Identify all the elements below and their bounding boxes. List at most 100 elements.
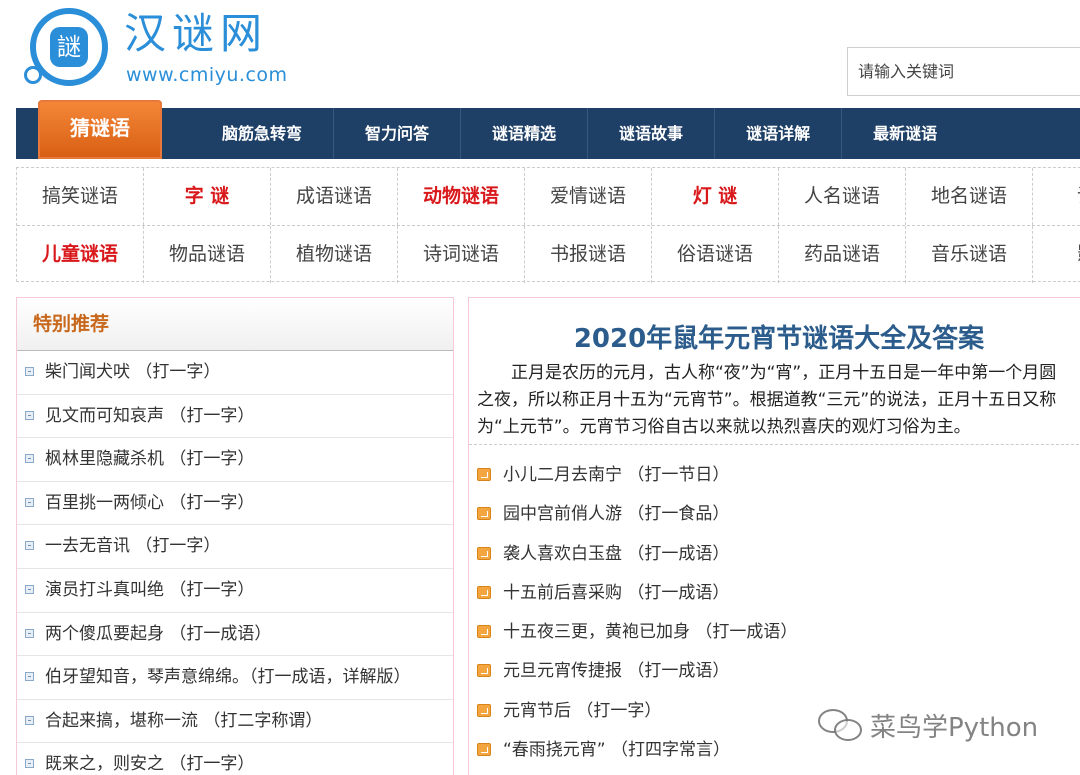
featured-item-label: 既来之，则安之 （打一字） — [45, 754, 255, 775]
riddle-list: 小儿二月去南宁 （打一节日） 园中宫前俏人游 （打一食品） 袭人喜欢白玉盘 （打一成… — [477, 456, 797, 770]
article-intro: 正月是农历的元月，古人称“夜”为“宵”，正月十五日是一年中第一个月圆之夜，所以称… — [477, 363, 1057, 437]
riddle-label: 元旦元宵传捷报 （打一成语） — [503, 661, 730, 682]
featured-item[interactable]: 演员打斗真叫绝 （打一字） — [17, 569, 453, 613]
category-link[interactable]: 动物谜语 — [398, 168, 525, 225]
category-link[interactable]: 药品谜语 — [779, 226, 906, 283]
featured-item[interactable]: 两个傻瓜要起身 （打一成语） — [17, 613, 453, 657]
watermark-text: 菜鸟学Python — [870, 712, 1039, 743]
featured-item[interactable]: 合起来搞，堪称一流 （打二字称谓） — [17, 700, 453, 744]
site-logo[interactable]: 謎 汉谜网 www.cmiyu.com — [22, 2, 322, 94]
bullet-icon — [25, 759, 34, 769]
category-grid: 搞笑谜语字 谜成语谜语动物谜语爱情谜语灯 谜人名谜语地名谜语词语 儿童谜语物品谜… — [16, 167, 1080, 283]
category-link[interactable]: 人名谜语 — [779, 168, 906, 225]
featured-panel: 特别推荐 柴门闻犬吠 （打一字） 见文而可知哀声 （打一字） 枫林里隐藏杀机 （打一… — [16, 297, 454, 775]
search-input[interactable] — [848, 48, 1080, 95]
featured-item[interactable]: 既来之，则安之 （打一字） — [17, 743, 453, 775]
lantern-icon — [477, 468, 491, 481]
riddle-item[interactable]: “春雨挠元宵” （打四字常言） — [477, 731, 797, 770]
nav-item[interactable]: 谜语详解 — [714, 108, 841, 159]
featured-item[interactable]: 百里挑一两倾心 （打一字） — [17, 482, 453, 526]
category-link[interactable]: 儿童谜语 — [17, 226, 144, 283]
category-link[interactable]: 爱情谜语 — [525, 168, 652, 225]
nav-item[interactable]: 谜语故事 — [587, 108, 714, 159]
featured-title: 特别推荐 — [17, 298, 453, 351]
site-name: 汉谜网 — [124, 9, 269, 58]
main-nav: 猜谜语 脑筋急转弯 智力问答 谜语精选 谜语故事 谜语详解 最新谜语 — [16, 100, 1080, 159]
category-link[interactable]: 地名谜语 — [906, 168, 1033, 225]
featured-item-label: 两个傻瓜要起身 （打一成语） — [45, 623, 272, 644]
riddle-item[interactable]: 园中宫前俏人游 （打一食品） — [477, 495, 797, 534]
bullet-icon — [25, 541, 34, 551]
header: 謎 汉谜网 www.cmiyu.com — [0, 0, 1080, 100]
category-link[interactable]: 灯 谜 — [652, 168, 779, 225]
bullet-icon — [25, 367, 34, 376]
category-link[interactable]: 音乐谜语 — [906, 226, 1033, 283]
bullet-icon — [25, 628, 34, 638]
bullet-icon — [25, 672, 34, 682]
category-link[interactable]: 影视 — [1033, 226, 1080, 283]
bullet-icon — [25, 410, 34, 420]
category-link[interactable]: 书报谜语 — [525, 226, 652, 283]
lantern-icon — [477, 585, 491, 599]
nav-item[interactable]: 谜语精选 — [460, 108, 587, 159]
category-link[interactable]: 物品谜语 — [144, 226, 271, 283]
featured-item-label: 一去无音讯 （打一字） — [45, 536, 221, 557]
featured-item[interactable]: 见文而可知哀声 （打一字） — [17, 395, 453, 439]
lantern-icon — [477, 743, 491, 757]
featured-item-label: 百里挑一两倾心 （打一字） — [45, 492, 255, 513]
bullet-icon — [25, 715, 34, 725]
featured-item-label: 演员打斗真叫绝 （打一字） — [45, 579, 255, 600]
category-row: 搞笑谜语字 谜成语谜语动物谜语爱情谜语灯 谜人名谜语地名谜语词语 — [17, 168, 1080, 225]
lantern-icon — [477, 664, 491, 678]
riddle-item[interactable]: 元旦元宵传捷报 （打一成语） — [477, 652, 797, 691]
bullet-icon — [25, 584, 34, 594]
featured-item[interactable]: 柴门闻犬吠 （打一字） — [17, 351, 453, 395]
riddle-label: 十五前后喜采购 （打一成语） — [503, 582, 730, 603]
article-title[interactable]: 2020年鼠年元宵节谜语大全及答案 — [469, 318, 1080, 355]
lantern-icon — [477, 546, 491, 560]
riddle-label: 十五夜三更，黄袍已加身 （打一成语） — [503, 622, 798, 643]
nav-item[interactable]: 最新谜语 — [841, 108, 968, 159]
riddle-item[interactable]: 小儿二月去南宁 （打一节日） — [477, 456, 797, 495]
site-url: www.cmiyu.com — [126, 64, 288, 86]
divider — [469, 444, 1080, 445]
riddle-item[interactable]: 十五前后喜采购 （打一成语） — [477, 574, 797, 613]
nav-item-active[interactable]: 猜谜语 — [38, 100, 162, 159]
featured-list: 柴门闻犬吠 （打一字） 见文而可知哀声 （打一字） 枫林里隐藏杀机 （打一字） 百里挑… — [17, 351, 453, 775]
bullet-icon — [25, 497, 34, 507]
watermark: 菜鸟学Python — [818, 703, 1038, 747]
featured-item-label: 伯牙望知音，琴声意绵绵。（打一成语，详解版） — [45, 667, 411, 688]
lantern-icon — [477, 625, 491, 639]
featured-item-label: 枫林里隐藏杀机 （打一字） — [45, 449, 255, 470]
category-link[interactable]: 词语 — [1033, 168, 1080, 225]
featured-item[interactable]: 一去无音讯 （打一字） — [17, 525, 453, 569]
logo-glyph: 謎 — [50, 27, 88, 67]
riddle-item[interactable]: 元宵节后 （打一字） — [477, 692, 797, 731]
nav-items: 脑筋急转弯 智力问答 谜语精选 谜语故事 谜语详解 最新谜语 — [191, 108, 968, 159]
riddle-label: 袭人喜欢白玉盘 （打一成语） — [503, 543, 730, 564]
bullet-icon — [25, 454, 34, 464]
riddle-item[interactable]: 十五夜三更，黄袍已加身 （打一成语） — [477, 613, 797, 652]
category-link[interactable]: 植物谜语 — [271, 226, 398, 283]
featured-item[interactable]: 枫林里隐藏杀机 （打一字） — [17, 438, 453, 482]
category-link[interactable]: 成语谜语 — [271, 168, 398, 225]
category-link[interactable]: 诗词谜语 — [398, 226, 525, 283]
category-link[interactable]: 俗语谜语 — [652, 226, 779, 283]
lantern-icon — [477, 703, 491, 717]
featured-item-label: 柴门闻犬吠 （打一字） — [45, 362, 221, 382]
riddle-item[interactable]: 袭人喜欢白玉盘 （打一成语） — [477, 535, 797, 574]
nav-item[interactable]: 脑筋急转弯 — [191, 108, 333, 159]
riddle-label: “春雨挠元宵” （打四字常言） — [503, 740, 731, 761]
category-link[interactable]: 字 谜 — [144, 168, 271, 225]
category-link[interactable]: 搞笑谜语 — [17, 168, 144, 225]
riddle-label: 园中宫前俏人游 （打一食品） — [503, 504, 730, 525]
wechat-icon — [818, 707, 864, 743]
featured-item-label: 合起来搞，堪称一流 （打二字称谓） — [45, 710, 323, 731]
featured-item[interactable]: 伯牙望知音，琴声意绵绵。（打一成语，详解版） — [17, 656, 453, 700]
featured-item-label: 见文而可知哀声 （打一字） — [45, 405, 255, 426]
search-box — [847, 47, 1080, 96]
riddle-label: 元宵节后 （打一字） — [503, 700, 662, 721]
logo-dot — [24, 66, 42, 84]
lantern-icon — [477, 507, 491, 521]
nav-item[interactable]: 智力问答 — [333, 108, 460, 159]
